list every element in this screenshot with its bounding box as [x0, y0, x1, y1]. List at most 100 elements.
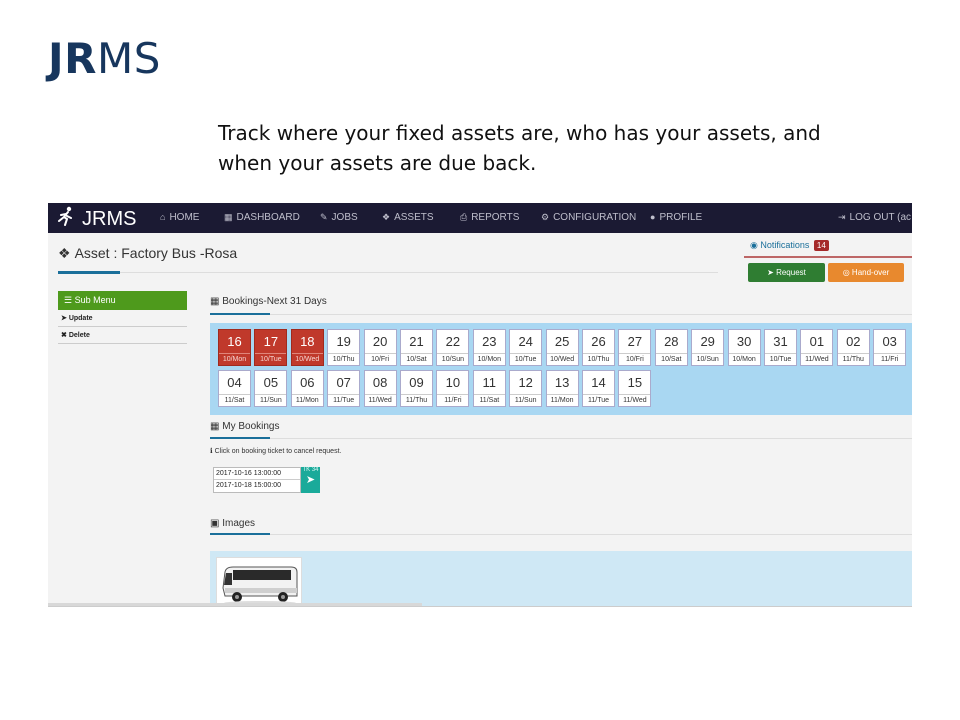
globe-icon: ◉ [750, 240, 758, 250]
divider [210, 314, 912, 315]
nav-reports[interactable]: ⎙ REPORTS [460, 212, 519, 223]
info-icon: ℹ [210, 448, 213, 455]
slide-caption: Track where your fixed assets are, who h… [218, 121, 821, 175]
calendar-day[interactable]: 31 10/Tue [764, 329, 797, 366]
calendar-day[interactable]: 17 10/Tue [254, 329, 288, 366]
calendar-day[interactable]: 28 10/Sat [654, 329, 688, 366]
calendar-day[interactable]: 15 11/Wed [618, 370, 652, 407]
ticket-id-tab[interactable]: TK 34 ➤ [301, 467, 320, 493]
calendar-day-number: 13 [554, 375, 570, 390]
calendar-day-label: 11/Mon [546, 394, 578, 407]
ticket-end: 2017-10-18 15:00:00 [216, 482, 281, 489]
calendar-day-number: 05 [263, 375, 279, 390]
notifications-link[interactable]: ◉ Notifications 14 [750, 240, 829, 251]
calendar-day[interactable]: 19 10/Thu [327, 329, 361, 366]
booking-ticket[interactable]: 2017-10-16 13:00:00 2017-10-18 15:00:00 … [213, 467, 320, 493]
calendar-day-label: 10/Wed [291, 353, 323, 366]
calendar-day-number: 01 [809, 334, 825, 349]
calendar-day[interactable]: 03 11/Fri [873, 329, 907, 366]
calendar-day[interactable]: 20 10/Fri [363, 329, 397, 366]
divider [210, 438, 912, 439]
calendar-day-number: 25 [554, 334, 570, 349]
calendar-day-label: 10/Wed [546, 353, 578, 366]
brand-name: JRMS [82, 207, 137, 230]
calendar-day-number: 03 [882, 334, 897, 349]
wrench-icon: ✎ [320, 212, 328, 222]
calendar-day[interactable]: 02 11/Thu [836, 329, 870, 366]
calendar-day-number: 06 [300, 375, 315, 390]
calendar-day[interactable]: 16 10/Mon [218, 329, 251, 366]
nav-jobs-label: JOBS [331, 212, 358, 223]
calendar-day[interactable]: 10 11/Fri [436, 370, 470, 407]
calendar-day[interactable]: 05 11/Sun [254, 370, 288, 407]
images-section-title: ▣ Images [210, 518, 255, 529]
bus-thumbnail[interactable] [216, 557, 302, 606]
calendar-day[interactable]: 27 10/Fri [618, 329, 652, 366]
calendar-day[interactable]: 11 11/Sat [472, 370, 506, 407]
nav-home[interactable]: ⌂ HOME [160, 212, 199, 223]
calendar-day-label: 11/Mon [291, 394, 323, 407]
gears-icon: ⚙ [541, 212, 550, 222]
calendar-day[interactable]: 07 11/Tue [327, 370, 361, 407]
calendar-day[interactable]: 12 11/Sun [509, 370, 543, 407]
calendar-day[interactable]: 23 10/Mon [472, 329, 506, 366]
nav-profile[interactable]: ● PROFILE [650, 212, 702, 223]
nav-jobs[interactable]: ✎ JOBS [320, 212, 358, 223]
request-button[interactable]: ➤ Request [748, 263, 825, 282]
calendar-day-label: 11/Thu [401, 394, 432, 407]
bookings-calendar: 16 10/Mon 17 10/Tue 18 10/Wed 19 10/Thu 20 10/Fri… [210, 323, 912, 415]
calendar-day-number: 30 [736, 334, 752, 349]
calendar-day-label: 11/Fri [437, 394, 469, 407]
eye-icon: ◎ [842, 268, 850, 277]
calendar-day-label: 11/Wed [364, 394, 396, 407]
nav-profile-label: PROFILE [659, 212, 703, 223]
calendar-day[interactable]: 09 11/Thu [400, 370, 433, 407]
calendar-day[interactable]: 29 10/Sun [691, 329, 725, 366]
calendar-day-label: 11/Sat [219, 394, 250, 407]
handover-button-label: Hand-over [851, 268, 890, 277]
page-title: ❖ Asset : Factory Bus -Rosa [58, 245, 237, 262]
print-icon: ⎙ [460, 212, 468, 222]
calendar-day-label: 11/Thu [837, 353, 869, 366]
calendar-day[interactable]: 01 11/Wed [800, 329, 834, 366]
calendar-day-number: 16 [227, 334, 242, 349]
calendar-day-label: 10/Sun [692, 353, 724, 366]
calendar-day-number: 22 [445, 334, 461, 349]
calendar-day[interactable]: 22 10/Sun [436, 329, 470, 366]
sub-menu-delete[interactable]: ✖ Delete [58, 327, 187, 344]
nav-dashboard[interactable]: ▦ DASHBOARD [224, 212, 300, 223]
calendar-day[interactable]: 24 10/Tue [509, 329, 543, 366]
handover-button[interactable]: ◎ Hand-over [828, 263, 904, 282]
nav-assets-label: ASSETS [394, 212, 434, 223]
calendar-day[interactable]: 30 10/Mon [727, 329, 761, 366]
sub-menu-delete-label: Delete [68, 332, 90, 339]
nav-assets[interactable]: ❖ ASSETS [382, 212, 434, 223]
calendar-day-label: 11/Tue [583, 394, 614, 407]
divider [58, 272, 718, 273]
calendar-day[interactable]: 04 11/Sat [218, 370, 251, 407]
calendar-day-label: 11/Wed [801, 353, 833, 366]
nav-logout[interactable]: ⇥ LOG OUT (ac [838, 212, 911, 223]
calendar-day[interactable]: 06 11/Mon [290, 370, 324, 407]
runner-icon [56, 206, 76, 232]
calendar-day[interactable]: 26 10/Thu [582, 329, 615, 366]
calendar-day[interactable]: 18 10/Wed [290, 329, 324, 366]
divider [210, 534, 912, 535]
brand-logo[interactable]: JRMS [56, 206, 136, 232]
nav-configuration[interactable]: ⚙ CONFIGURATION [541, 212, 636, 223]
calendar-day-number: 26 [591, 334, 606, 349]
app-screenshot: JRMS ⌂ HOME ▦ DASHBOARD ✎ JOBS ❖ ASSETS ⎙ REP… [48, 203, 912, 607]
calendar-day[interactable]: 25 10/Wed [545, 329, 579, 366]
sub-menu-update[interactable]: ➤ Update [58, 310, 187, 327]
calendar-day[interactable]: 21 10/Sat [400, 329, 433, 366]
calendar-day[interactable]: 13 11/Mon [545, 370, 579, 407]
calendar-icon: ▦ [210, 421, 220, 432]
calendar-day[interactable]: 08 11/Wed [363, 370, 397, 407]
calendar-day-label: 10/Thu [583, 353, 614, 366]
horizontal-scrollbar[interactable] [48, 603, 422, 606]
list-icon: ☰ [64, 295, 73, 305]
calendar-day-label: 10/Mon [473, 353, 505, 366]
calendar-day[interactable]: 14 11/Tue [582, 370, 615, 407]
ticket-dates: 2017-10-16 13:00:00 2017-10-18 15:00:00 [213, 467, 301, 493]
bookings-section-title-text: Bookings-Next 31 Days [222, 296, 327, 307]
